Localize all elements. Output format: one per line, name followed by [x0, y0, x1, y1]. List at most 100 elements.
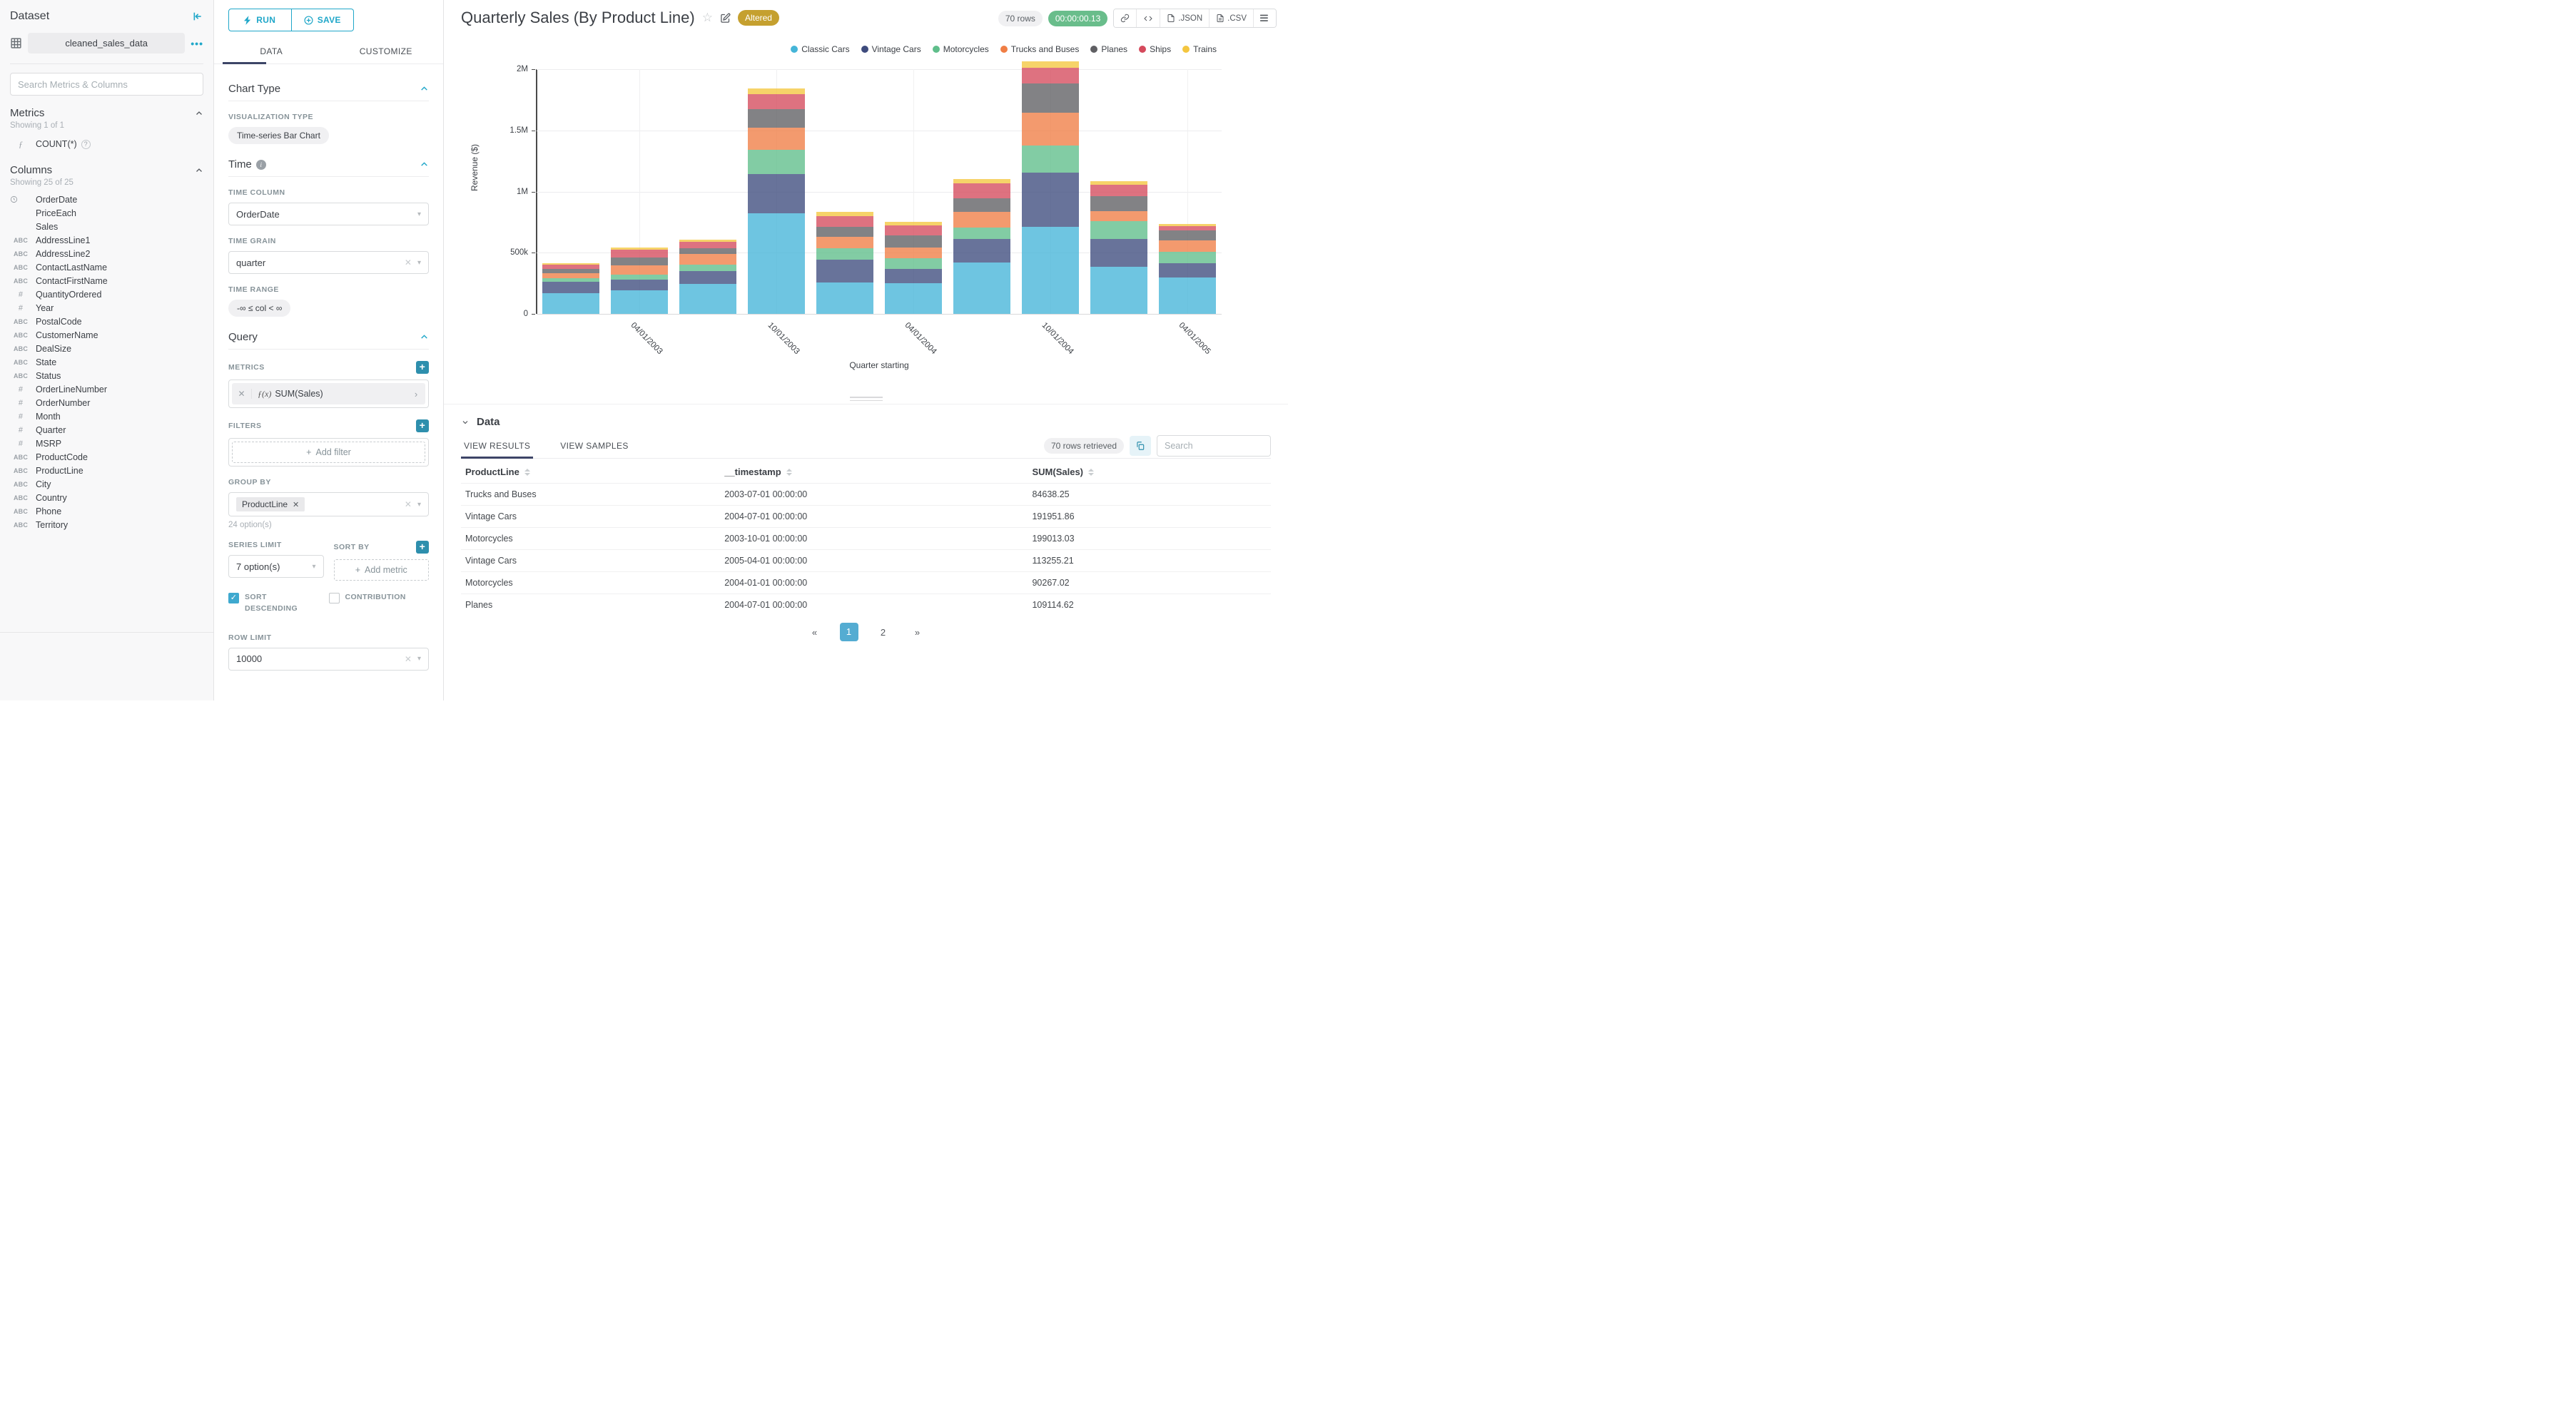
viz-type-value[interactable]: Time-series Bar Chart [228, 127, 329, 144]
bar-segment[interactable] [679, 239, 736, 242]
bar-segment[interactable] [542, 272, 599, 278]
column-item[interactable]: PriceEach [10, 206, 203, 220]
bar-2003-07-01[interactable] [679, 239, 736, 314]
bar-segment[interactable] [816, 282, 873, 314]
column-item[interactable]: ABC ProductCode [10, 450, 203, 464]
query-collapse-icon[interactable] [420, 332, 429, 342]
time-range-value[interactable]: -∞ ≤ col < ∞ [228, 300, 291, 317]
sort-icon[interactable] [1088, 468, 1095, 476]
bar-segment[interactable] [953, 262, 1010, 314]
series-limit-select[interactable]: 7 option(s) ▾ [228, 555, 324, 578]
column-item[interactable]: ABC Country [10, 491, 203, 504]
bar-segment[interactable] [611, 248, 668, 250]
column-item[interactable]: # Year [10, 301, 203, 315]
column-header[interactable]: SUM(Sales) [1028, 460, 1271, 484]
remove-metric-icon[interactable]: ✕ [232, 389, 252, 399]
bar-segment[interactable] [748, 127, 805, 150]
add-filter-dropzone[interactable]: + Add filter [232, 442, 425, 463]
column-item[interactable]: OrderDate [10, 193, 203, 206]
bar-segment[interactable] [611, 250, 668, 258]
bar-segment[interactable] [1022, 83, 1079, 113]
bar-segment[interactable] [1159, 263, 1216, 277]
bar-segment[interactable] [748, 149, 805, 174]
bar-segment[interactable] [748, 108, 805, 128]
run-button[interactable]: RUN [228, 9, 292, 31]
column-item[interactable]: # Quarter [10, 423, 203, 437]
results-search-input[interactable] [1157, 435, 1271, 457]
bar-segment[interactable] [953, 211, 1010, 228]
edit-properties-icon[interactable] [720, 13, 731, 24]
bar-segment[interactable] [1159, 225, 1216, 230]
sort-descending-checkbox[interactable]: ✓ SORT DESCENDING [228, 592, 329, 615]
column-header[interactable]: __timestamp [720, 460, 1028, 484]
bar-segment[interactable] [1022, 61, 1079, 68]
bar-segment[interactable] [748, 88, 805, 95]
bar-segment[interactable] [542, 264, 599, 270]
bar-segment[interactable] [1090, 210, 1147, 221]
bar-segment[interactable] [1159, 230, 1216, 240]
bar-segment[interactable] [816, 259, 873, 283]
metric-item[interactable]: ƒ COUNT(*)? [10, 136, 203, 153]
sidebar-search-input[interactable] [18, 78, 196, 90]
copy-data-button[interactable] [1130, 436, 1151, 456]
add-metric-button[interactable]: + [416, 361, 429, 374]
pagination-page-2[interactable]: 2 [874, 627, 893, 638]
bar-segment[interactable] [885, 222, 942, 225]
add-sort-metric-button[interactable]: + [416, 541, 429, 554]
column-item[interactable]: ABC ContactLastName [10, 260, 203, 274]
bar-2003-10-01[interactable] [748, 88, 805, 314]
bar-segment[interactable] [1022, 227, 1079, 314]
bar-segment[interactable] [611, 280, 668, 291]
column-item[interactable]: ABC DealSize [10, 342, 203, 355]
sort-icon[interactable] [786, 468, 792, 476]
bar-segment[interactable] [1159, 224, 1216, 226]
column-item[interactable]: ABC PostalCode [10, 315, 203, 328]
bar-segment[interactable] [953, 183, 1010, 198]
bar-segment[interactable] [748, 213, 805, 314]
column-item[interactable]: ABC State [10, 355, 203, 369]
bar-segment[interactable] [1159, 277, 1216, 314]
column-item[interactable]: # MSRP [10, 437, 203, 450]
bar-segment[interactable] [1090, 180, 1147, 185]
group-by-select[interactable]: ProductLine ✕ ✕ ▾ [228, 492, 429, 516]
column-header[interactable]: ProductLine [461, 460, 720, 484]
bar-segment[interactable] [748, 173, 805, 214]
bar-segment[interactable] [679, 264, 736, 271]
dataset-more-menu[interactable]: ••• [191, 38, 203, 49]
group-by-chip[interactable]: ProductLine ✕ [236, 497, 305, 511]
add-filter-button[interactable]: + [416, 419, 429, 432]
bar-segment[interactable] [953, 179, 1010, 184]
bar-segment[interactable] [816, 211, 873, 216]
bar-segment[interactable] [1090, 196, 1147, 211]
bar-segment[interactable] [1022, 172, 1079, 228]
export-json-button[interactable]: .JSON [1160, 9, 1210, 27]
column-item[interactable]: ABC AddressLine1 [10, 233, 203, 247]
tab-view-results[interactable]: VIEW RESULTS [461, 441, 534, 459]
bar-segment[interactable] [885, 247, 942, 258]
bar-segment[interactable] [542, 281, 599, 293]
tab-data[interactable]: DATA [214, 40, 329, 64]
bar-segment[interactable] [611, 265, 668, 275]
bar-segment[interactable] [611, 290, 668, 314]
checkbox-empty-icon[interactable] [328, 593, 340, 603]
time-grain-select[interactable]: quarter ✕ ▾ [228, 251, 429, 274]
embed-code-button[interactable] [1136, 9, 1160, 27]
bar-2005-04-01[interactable] [1159, 224, 1216, 314]
bar-segment[interactable] [542, 269, 599, 273]
bar-segment[interactable] [1022, 113, 1079, 146]
bar-segment[interactable] [1022, 146, 1079, 173]
bar-segment[interactable] [1159, 240, 1216, 252]
pagination-next[interactable]: » [908, 627, 927, 638]
results-collapse-icon[interactable] [461, 418, 470, 427]
bar-segment[interactable] [679, 270, 736, 284]
bar-segment[interactable] [679, 254, 736, 265]
bar-segment[interactable] [542, 292, 599, 314]
bar-segment[interactable] [1090, 220, 1147, 240]
panel-resize-handle[interactable] [444, 394, 1288, 404]
bar-segment[interactable] [611, 258, 668, 266]
bar-segment[interactable] [953, 239, 1010, 263]
column-item[interactable]: ABC AddressLine2 [10, 247, 203, 260]
bar-segment[interactable] [542, 263, 599, 265]
row-limit-select[interactable]: 10000 ✕ ▾ [228, 647, 429, 671]
bar-2004-01-01[interactable] [816, 211, 873, 314]
